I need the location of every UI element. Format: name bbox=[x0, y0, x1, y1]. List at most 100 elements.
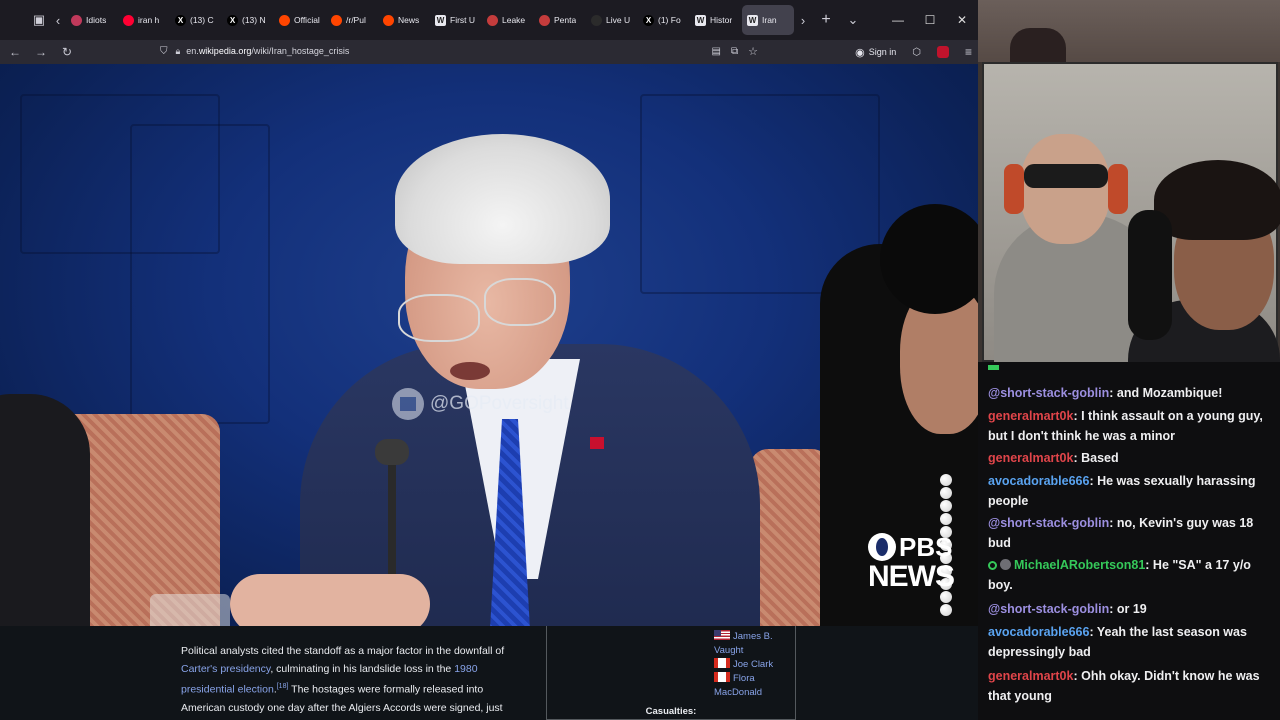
chat-message: generalmart0k: I think assault on a youn… bbox=[988, 407, 1272, 446]
tab-title: Official bbox=[294, 15, 320, 25]
address-bar[interactable]: ⛉ 🔒︎ en.wikipedia.org/wiki/Iran_hostage_… bbox=[150, 40, 770, 62]
casualties-heading: Casualties: bbox=[645, 706, 697, 717]
oversight-logo-icon bbox=[392, 388, 424, 420]
chat-username[interactable]: avocadorable666 bbox=[988, 625, 1089, 639]
tab-title: (13) C bbox=[190, 15, 214, 25]
wikipedia-icon: W bbox=[695, 14, 706, 26]
globe-icon bbox=[539, 14, 550, 26]
shield-icon[interactable]: ⛉ bbox=[160, 46, 168, 57]
navigation-bar: ← → ↻ ⛉ 🔒︎ en.wikipedia.org/wiki/Iran_ho… bbox=[0, 40, 978, 64]
tab-1[interactable]: iran h bbox=[118, 5, 170, 35]
article-text: , culminating in his landslide loss in t… bbox=[270, 663, 455, 675]
canada-flag-icon bbox=[714, 672, 730, 682]
minimize-icon[interactable]: — bbox=[882, 0, 914, 40]
article-text: Political analysts cited the standoff as… bbox=[181, 645, 505, 657]
commander-name[interactable]: Joe Clark bbox=[733, 659, 773, 670]
new-tab-icon[interactable]: + bbox=[812, 7, 840, 33]
tab-list-icon[interactable]: ▣ bbox=[28, 7, 50, 33]
tab-2[interactable]: X (13) C bbox=[170, 5, 222, 35]
commander-entry[interactable]: Joe Clark bbox=[714, 658, 794, 672]
tab-6[interactable]: News bbox=[378, 5, 430, 35]
tab-4[interactable]: Official bbox=[274, 5, 326, 35]
tab-12[interactable]: W Histor bbox=[690, 5, 742, 35]
reload-icon[interactable]: ↻ bbox=[54, 40, 80, 64]
chat-message: generalmart0k: Based bbox=[988, 449, 1272, 469]
scroll-tabs-left-icon[interactable]: ‹ bbox=[50, 7, 66, 33]
wall-panel bbox=[130, 124, 270, 424]
globe-icon bbox=[487, 14, 498, 26]
wikipedia-icon: W bbox=[747, 14, 758, 26]
chat-username[interactable]: avocadorable666 bbox=[988, 474, 1089, 488]
webcam-area bbox=[978, 0, 1280, 362]
tab-0[interactable]: Idiots bbox=[66, 5, 118, 35]
tab-title: News bbox=[398, 15, 420, 25]
bookmark-star-icon[interactable]: ☆ bbox=[748, 45, 758, 58]
chat-username[interactable]: @short-stack-goblin bbox=[988, 602, 1109, 616]
lock-icon[interactable]: 🔒︎ bbox=[176, 46, 181, 57]
infobox: James B. Vaught Joe Clark Flora MacDonal… bbox=[546, 626, 796, 720]
reader-view-icon[interactable]: ▤ bbox=[712, 46, 721, 57]
tab-5[interactable]: /r/Pul bbox=[326, 5, 378, 35]
news-text: NEWS bbox=[868, 560, 955, 593]
scroll-tabs-right-icon[interactable]: › bbox=[794, 7, 812, 33]
tab-3[interactable]: X (13) N bbox=[222, 5, 274, 35]
user-badge-icon bbox=[988, 561, 997, 570]
streamer-hair bbox=[1154, 160, 1280, 240]
speaker-hands bbox=[230, 574, 430, 626]
tab-title: Live U bbox=[606, 15, 631, 25]
microphone-head bbox=[375, 439, 409, 465]
glasses-right bbox=[484, 278, 556, 326]
tab-title: (13) N bbox=[242, 15, 266, 25]
youtube-icon bbox=[123, 14, 134, 26]
tab-13[interactable]: W Iran bbox=[742, 5, 794, 35]
reddit-icon bbox=[331, 14, 342, 26]
carter-presidency-link[interactable]: Carter's presidency bbox=[181, 663, 270, 675]
foreground-person bbox=[0, 394, 90, 626]
reddit-icon bbox=[279, 14, 290, 26]
chat-username[interactable]: generalmart0k bbox=[988, 409, 1073, 423]
video-overlay: @GOPoversight PBS NEWS bbox=[0, 64, 978, 626]
pbs-news-logo: PBS NEWS bbox=[868, 532, 955, 593]
x-icon: X bbox=[175, 14, 186, 26]
chat-message: @short-stack-goblin: no, Kevin's guy was… bbox=[988, 514, 1272, 553]
tab-title: iran h bbox=[138, 15, 160, 25]
sign-in-button[interactable]: ◉ Sign in bbox=[855, 46, 896, 59]
tab-bar: ▣ ‹ Idiots iran h X (13) C X (13) N Official/r… bbox=[0, 0, 978, 40]
tab-11[interactable]: X (1) Fo bbox=[638, 5, 690, 35]
sign-in-label: Sign in bbox=[868, 47, 897, 57]
chat-username[interactable]: @short-stack-goblin bbox=[988, 386, 1109, 400]
commanders-list: James B. Vaught Joe Clark Flora MacDonal… bbox=[714, 630, 794, 700]
pbs-text: PBS bbox=[899, 532, 953, 562]
menu-icon[interactable]: ≡ bbox=[965, 45, 972, 59]
translate-icon[interactable]: ⧉ bbox=[731, 46, 738, 57]
tab-8[interactable]: Leake bbox=[482, 5, 534, 35]
extensions-icon[interactable]: ⬡ bbox=[912, 47, 921, 58]
bookmark-icon bbox=[71, 14, 82, 26]
chat-username[interactable]: @short-stack-goblin bbox=[988, 516, 1109, 530]
commander-entry[interactable]: Flora MacDonald bbox=[714, 672, 794, 700]
chevron-down-icon[interactable]: ⌄ bbox=[840, 7, 866, 33]
forward-icon[interactable]: → bbox=[28, 40, 54, 64]
chat-username[interactable]: generalmart0k bbox=[988, 669, 1073, 683]
url-text: en.wikipedia.org/wiki/Iran_hostage_crisi… bbox=[186, 46, 350, 56]
reference-link[interactable]: [18] bbox=[277, 683, 289, 690]
chat-username[interactable]: MichaelARobertson81 bbox=[1014, 558, 1145, 572]
reddit-icon bbox=[383, 14, 394, 26]
ublock-icon[interactable] bbox=[936, 46, 949, 58]
glasses-left bbox=[398, 294, 480, 342]
maximize-icon[interactable]: ☐ bbox=[914, 0, 946, 40]
tab-9[interactable]: Penta bbox=[534, 5, 586, 35]
article-paragraph: Political analysts cited the standoff as… bbox=[181, 645, 505, 714]
commander-entry[interactable]: James B. Vaught bbox=[714, 630, 794, 658]
pbs-head-icon bbox=[868, 533, 896, 561]
chat-message: MichaelARobertson81: He "SA" a 17 y/o bo… bbox=[988, 556, 1272, 595]
tab-10[interactable]: Live U bbox=[586, 5, 638, 35]
browser-window: ▣ ‹ Idiots iran h X (13) C X (13) N Official/r… bbox=[0, 0, 978, 720]
tab-7[interactable]: W First U bbox=[430, 5, 482, 35]
back-icon[interactable]: ← bbox=[2, 40, 28, 64]
close-icon[interactable]: ✕ bbox=[946, 0, 978, 40]
ear-protection bbox=[1004, 164, 1024, 214]
x-icon: X bbox=[643, 14, 654, 26]
chat-username[interactable]: generalmart0k bbox=[988, 451, 1073, 465]
tab-title: Iran bbox=[762, 15, 777, 25]
